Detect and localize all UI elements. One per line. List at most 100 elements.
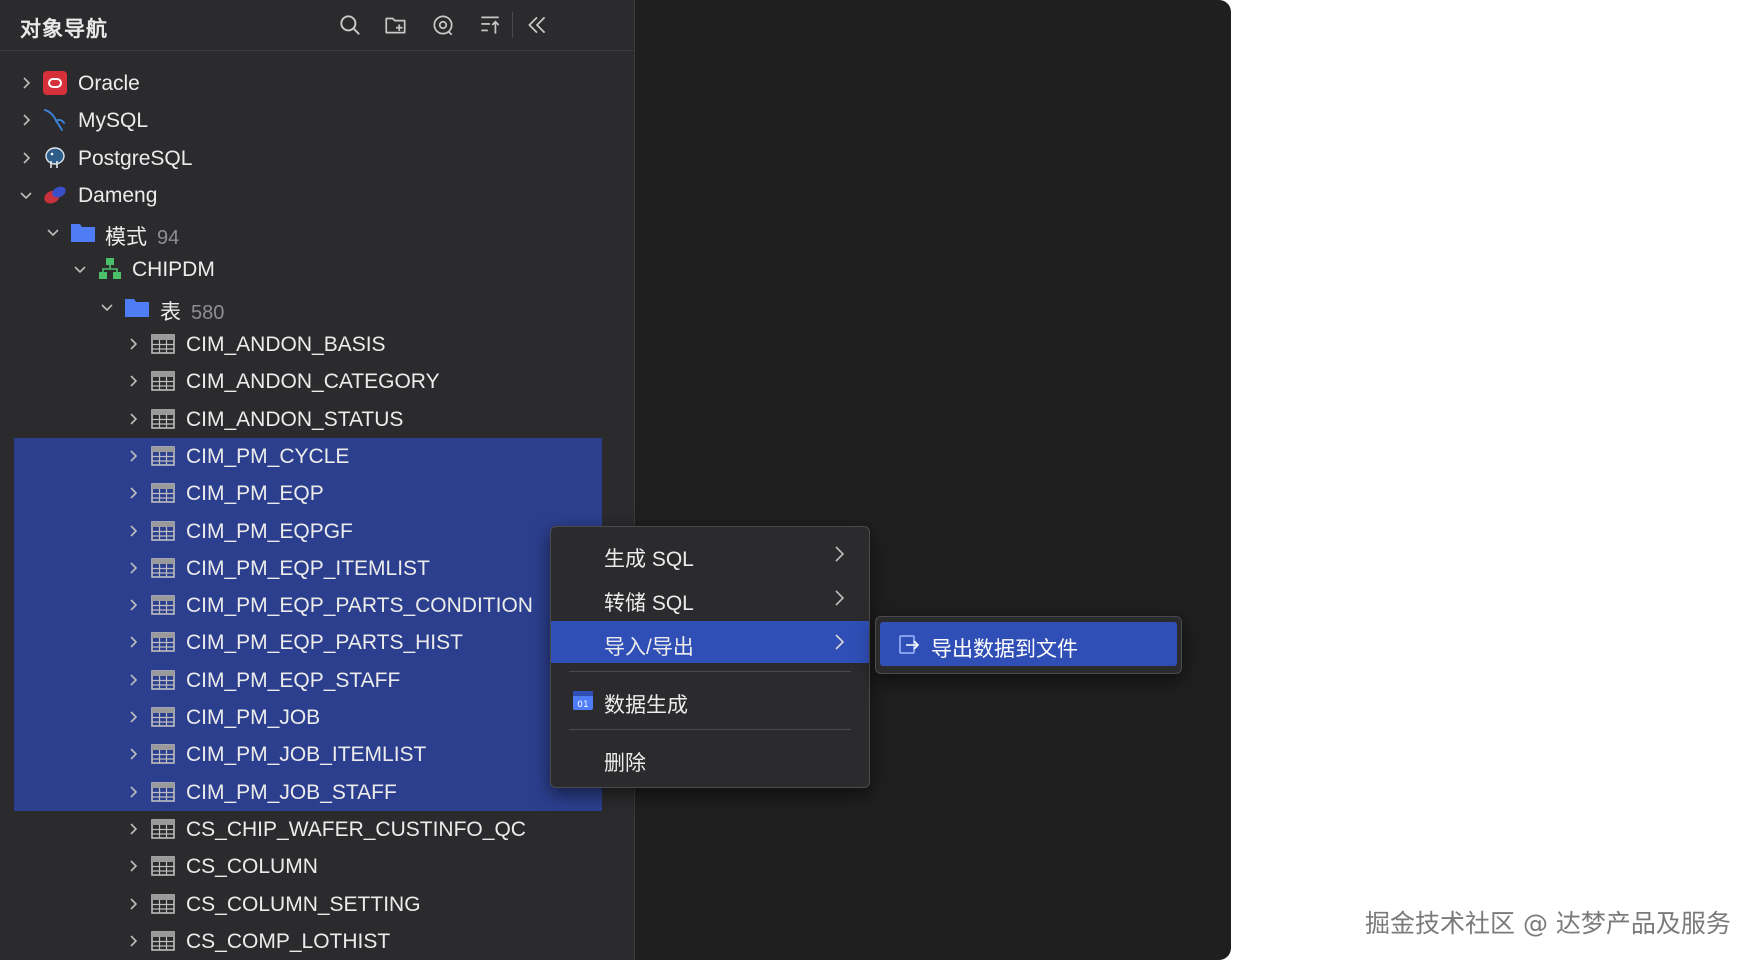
chevron-right-icon[interactable] bbox=[125, 784, 141, 800]
tree-item-label: 模式 bbox=[105, 226, 147, 250]
chevron-right-icon[interactable] bbox=[125, 448, 141, 464]
new-folder-icon bbox=[385, 17, 406, 34]
svg-text:01: 01 bbox=[577, 700, 588, 710]
mysql-dolphin-icon bbox=[42, 107, 68, 133]
table-icon bbox=[150, 741, 176, 767]
tree-item-schemas-folder[interactable]: 模式 94 bbox=[0, 214, 634, 251]
table-row[interactable]: CS_COMP_LOTHIST bbox=[0, 923, 634, 960]
menu-separator bbox=[569, 729, 851, 730]
chevron-right-icon[interactable] bbox=[125, 821, 141, 837]
table-icon bbox=[150, 853, 176, 879]
table-row[interactable]: CIM_ANDON_CATEGORY bbox=[0, 363, 634, 400]
menu-item-dump-sql[interactable]: 转储 SQL bbox=[551, 577, 869, 619]
chevron-down-icon[interactable] bbox=[99, 299, 115, 315]
chevron-right-icon[interactable] bbox=[125, 672, 141, 688]
menu-item-data-generation[interactable]: 01 数据生成 bbox=[551, 679, 869, 721]
table-row[interactable]: CIM_PM_EQP_STAFF bbox=[14, 661, 602, 700]
menu-item-import-export[interactable]: 导入/导出 bbox=[551, 621, 869, 663]
table-row[interactable]: CIM_PM_EQP bbox=[14, 475, 602, 513]
tree-item-tables-folder[interactable]: 表 580 bbox=[0, 289, 634, 326]
chevron-right-icon[interactable] bbox=[125, 411, 141, 427]
table-row[interactable]: CIM_PM_JOB bbox=[14, 699, 602, 737]
chevron-right-icon[interactable] bbox=[125, 373, 141, 389]
chevron-right-icon[interactable] bbox=[125, 336, 141, 352]
collapse-panel-button[interactable] bbox=[522, 10, 552, 40]
table-icon bbox=[150, 518, 176, 544]
chevron-right-icon[interactable] bbox=[125, 933, 141, 949]
table-row[interactable]: CIM_PM_JOB_STAFF bbox=[14, 773, 602, 811]
context-menu: 生成 SQL 转储 SQL 导入/导出 01 数据生成 删除 bbox=[550, 526, 870, 788]
menu-item-label: 导入/导出 bbox=[604, 636, 694, 659]
chevron-right-icon[interactable] bbox=[125, 634, 141, 650]
table-name: CS_COMP_LOTHIST bbox=[186, 929, 391, 953]
table-row[interactable]: CIM_PM_EQP_PARTS_CONDITION bbox=[14, 587, 602, 625]
chevron-down-icon[interactable] bbox=[45, 224, 61, 240]
tree-item-label: Dameng bbox=[78, 183, 158, 207]
chevron-right-icon bbox=[835, 546, 845, 562]
export-file-icon bbox=[899, 635, 920, 654]
chevron-down-icon[interactable] bbox=[18, 187, 34, 203]
chevron-right-icon[interactable] bbox=[18, 75, 34, 91]
menu-separator bbox=[569, 671, 851, 672]
table-icon bbox=[150, 891, 176, 917]
table-name: CIM_PM_CYCLE bbox=[186, 444, 350, 468]
search-icon bbox=[340, 15, 360, 35]
chevron-right-icon[interactable] bbox=[125, 523, 141, 539]
sort-button[interactable] bbox=[475, 10, 505, 40]
table-row[interactable]: CIM_ANDON_STATUS bbox=[0, 401, 634, 438]
table-icon bbox=[150, 816, 176, 842]
menu-item-generate-sql[interactable]: 生成 SQL bbox=[551, 533, 869, 575]
new-folder-button[interactable] bbox=[381, 10, 411, 40]
table-icon bbox=[150, 629, 176, 655]
panel-title: 对象导航 bbox=[20, 18, 108, 41]
tree-item-mysql[interactable]: MySQL bbox=[0, 102, 634, 139]
chevron-right-icon[interactable] bbox=[125, 896, 141, 912]
chevron-right-icon[interactable] bbox=[125, 709, 141, 725]
chevron-down-icon[interactable] bbox=[72, 261, 88, 277]
table-row[interactable]: CIM_PM_CYCLE bbox=[14, 437, 602, 476]
chevron-right-icon[interactable] bbox=[125, 560, 141, 576]
menu-item-label: 数据生成 bbox=[604, 694, 688, 717]
chevron-right-icon[interactable] bbox=[125, 597, 141, 613]
table-row[interactable]: CIM_PM_EQPGF bbox=[14, 512, 602, 550]
tree-item-label: CHIPDM bbox=[132, 258, 215, 282]
table-row[interactable]: CS_CHIP_WAFER_CUSTINFO_QC bbox=[0, 811, 634, 848]
table-row[interactable]: CIM_PM_JOB_ITEMLIST bbox=[14, 736, 602, 774]
table-row[interactable]: CIM_ANDON_BASIS bbox=[0, 326, 634, 363]
table-row[interactable]: CIM_PM_EQP_PARTS_HIST bbox=[14, 624, 602, 662]
table-row[interactable]: CIM_PM_EQP_ITEMLIST bbox=[14, 549, 602, 588]
tree-item-label: Oracle bbox=[78, 72, 140, 95]
tree-item-dameng[interactable]: Dameng bbox=[0, 177, 634, 214]
menu-item-delete[interactable]: 删除 bbox=[551, 737, 869, 779]
table-icon bbox=[150, 779, 176, 805]
tree-item-schema-chipdm[interactable]: CHIPDM bbox=[0, 251, 634, 288]
chevron-right-icon[interactable] bbox=[18, 150, 34, 166]
table-name: CIM_ANDON_STATUS bbox=[186, 407, 404, 431]
table-icon bbox=[150, 704, 176, 730]
table-name: CIM_PM_JOB bbox=[186, 706, 321, 730]
search-button[interactable] bbox=[335, 10, 365, 40]
chevron-right-icon bbox=[835, 634, 845, 650]
tree-item-postgresql[interactable]: PostgreSQL bbox=[0, 140, 634, 177]
chevron-right-icon[interactable] bbox=[125, 746, 141, 762]
table-name: CIM_PM_EQP bbox=[186, 482, 324, 506]
table-name: CS_COLUMN bbox=[186, 855, 318, 879]
table-icon bbox=[150, 928, 176, 954]
menu-item-label: 导出数据到文件 bbox=[931, 638, 1078, 661]
app-window: 对象导航 Oracle MySQL PostgreSQL Dameng 模式 9… bbox=[0, 0, 1231, 960]
menu-item-export-to-file[interactable]: 导出数据到文件 bbox=[880, 622, 1177, 666]
table-row[interactable]: CS_COLUMN bbox=[0, 848, 634, 885]
import-export-submenu: 导出数据到文件 bbox=[875, 616, 1182, 674]
filter-settings-button[interactable] bbox=[428, 10, 458, 40]
table-name: CIM_ANDON_BASIS bbox=[186, 333, 386, 357]
table-name: CIM_PM_JOB_ITEMLIST bbox=[186, 743, 427, 767]
tree-item-oracle[interactable]: Oracle bbox=[0, 65, 634, 102]
folder-icon bbox=[70, 219, 96, 245]
table-row[interactable]: CS_COLUMN_SETTING bbox=[0, 886, 634, 923]
chevron-right-icon[interactable] bbox=[18, 112, 34, 128]
table-name: CIM_PM_EQPGF bbox=[186, 519, 353, 543]
toolbar-divider bbox=[512, 12, 513, 38]
chevron-right-icon[interactable] bbox=[125, 485, 141, 501]
table-icon bbox=[150, 331, 176, 357]
chevron-right-icon[interactable] bbox=[125, 858, 141, 874]
